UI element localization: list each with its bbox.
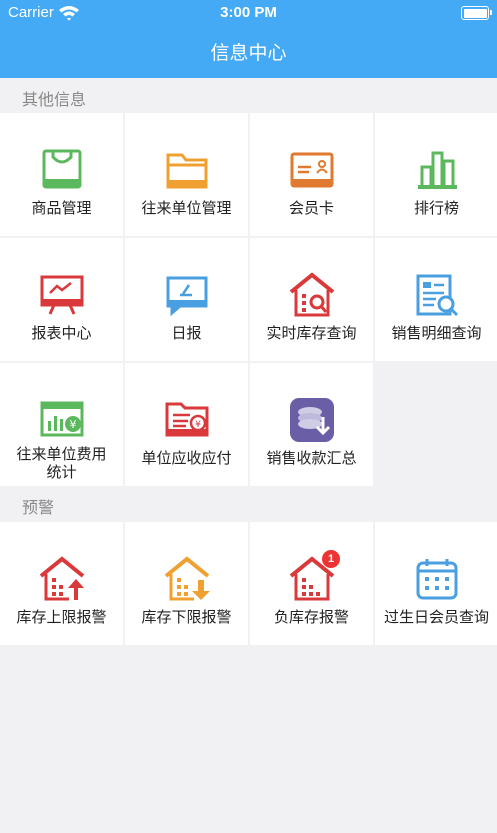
receivable-folder-icon: ¥ (165, 402, 209, 437)
status-bar: Carrier 3:00 PM (0, 0, 497, 26)
grid-item-label: 负库存报警 (273, 608, 349, 626)
grid-item-label: 会员卡 (288, 199, 334, 217)
grid-item-ranking[interactable]: 排行榜 (375, 113, 497, 236)
navigation-bar: Carrier 3:00 PM 信息中心 (0, 0, 497, 78)
stock-upper-alert-icon (39, 556, 85, 601)
grid-item-negative-stock-alert[interactable]: 1 负库存报警 (250, 522, 373, 645)
grid-item-label: 销售收款汇总 (266, 449, 357, 467)
shopping-bag-icon (42, 149, 82, 189)
stock-lower-alert-icon (164, 556, 210, 601)
grid-item-sales-collection-summary[interactable]: 销售收款汇总 (250, 363, 373, 486)
grid-item-label: 排行榜 (413, 199, 459, 217)
report-board-icon (40, 275, 84, 315)
grid-item-label: 实时库存查询 (266, 324, 357, 342)
bar-chart-icon (418, 151, 457, 189)
expense-stats-icon: ¥ (40, 401, 84, 437)
grid-item-label: 往来单位管理 (141, 199, 232, 217)
warehouse-search-icon (289, 272, 335, 317)
daily-report-icon (166, 276, 208, 317)
grid-item-label: 商品管理 (31, 199, 92, 217)
grid-item-label: 单位应收应付 (141, 449, 232, 467)
sales-summary-icon (290, 398, 334, 442)
alert-count-badge: 1 (322, 550, 340, 568)
grid-item-birthday-member-query[interactable]: 过生日会员查询 (375, 522, 497, 645)
folder-icon (166, 153, 208, 189)
grid-item-report-center[interactable]: 报表中心 (0, 238, 123, 361)
grid-item-realtime-stock-query[interactable]: 实时库存查询 (250, 238, 373, 361)
grid-item-label: 报表中心 (31, 324, 92, 342)
grid-item-daily-report[interactable]: 日报 (125, 238, 248, 361)
grid-item-stock-upper-alert[interactable]: 库存上限报警 (0, 522, 123, 645)
battery-icon (461, 6, 492, 20)
svg-text:¥: ¥ (195, 420, 201, 430)
grid-item-label: 库存上限报警 (16, 608, 107, 626)
svg-text:¥: ¥ (70, 418, 77, 431)
grid-item-partner-expense-stats[interactable]: ¥ 往来单位费用统计 (0, 363, 123, 486)
page-title: 信息中心 (210, 42, 287, 64)
grid-item-member-card[interactable]: 会员卡 (250, 113, 373, 236)
status-time: 3:00 PM (220, 4, 277, 21)
birthday-calendar-icon (416, 559, 458, 600)
grid-item-label: 过生日会员查询 (383, 608, 489, 626)
grid-item-label: 销售明细查询 (391, 324, 482, 342)
grid-item-product-management[interactable]: 商品管理 (0, 113, 123, 236)
document-search-icon (416, 274, 459, 317)
grid-item-sales-detail-query[interactable]: 销售明细查询 (375, 238, 497, 361)
grid-item-label: 日报 (171, 324, 202, 342)
section-title-alerts: 预警 (22, 498, 55, 517)
section-title-other-info: 其他信息 (22, 90, 87, 109)
grid-item-label: 库存下限报警 (141, 608, 232, 626)
member-card-icon (290, 152, 334, 188)
grid-item-receivable-payable[interactable]: ¥ 单位应收应付 (125, 363, 248, 486)
grid-item-label: 往来单位费用统计 (16, 445, 107, 481)
grid-item-stock-lower-alert[interactable]: 库存下限报警 (125, 522, 248, 645)
grid-item-partner-management[interactable]: 往来单位管理 (125, 113, 248, 236)
